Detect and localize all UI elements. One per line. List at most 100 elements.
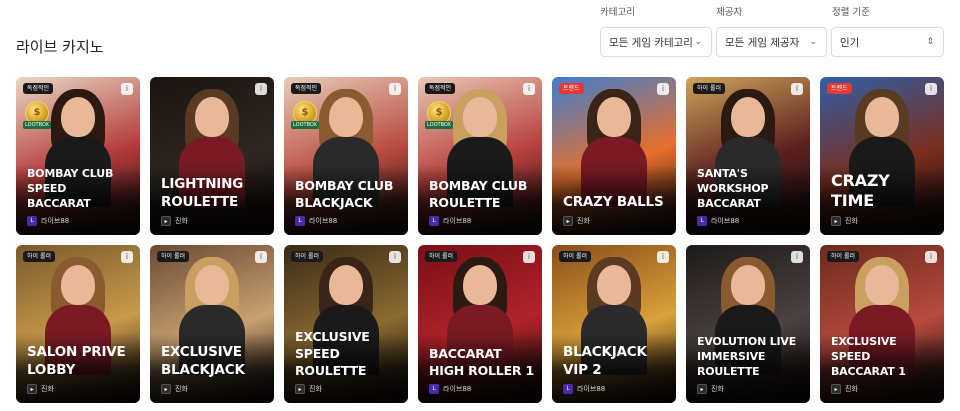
category-select-value: 모든 게임 카테고리 [609, 36, 693, 49]
info-icon[interactable]: i [255, 83, 267, 95]
evolution-logo-icon: ▸ [161, 384, 171, 394]
live88-logo-icon: L [697, 216, 707, 226]
category-filter-label: 카테고리 [600, 7, 635, 18]
game-badge: 독점적인 [23, 83, 54, 94]
game-title: SANTA'S WORKSHOP BACCARAT [697, 167, 769, 210]
info-icon[interactable]: i [389, 83, 401, 95]
lootbox-badge: $ LOOTBOX [23, 101, 51, 131]
lootbox-label: LOOTBOX [291, 121, 319, 129]
game-badge: 트렌드 [827, 83, 852, 94]
game-card[interactable]: i LIGHTNING ROULETTE ▸ 진화 [150, 77, 274, 235]
lootbox-badge: $ LOOTBOX [425, 101, 453, 131]
game-provider: ▸ 진화 [27, 384, 54, 394]
game-provider: L 라이브88 [27, 216, 69, 226]
game-provider: ▸ 진화 [831, 384, 858, 394]
game-badge: 트렌드 [559, 83, 584, 94]
info-icon[interactable]: i [121, 83, 133, 95]
game-title: EXCLUSIVE BLACKJACK [161, 344, 245, 378]
info-icon[interactable]: i [523, 83, 535, 95]
game-badge: 하이 롤러 [157, 251, 189, 262]
game-provider: ▸ 진화 [161, 216, 188, 226]
provider-name: 라이브88 [577, 385, 606, 393]
game-card[interactable]: 하이 롤러 i EXCLUSIVE SPEED ROULETTE ▸ 진화 [284, 245, 408, 403]
category-filter: 카테고리 모든 게임 카테고리 ⌄ [600, 6, 712, 57]
provider-name: 라이브88 [443, 217, 472, 225]
info-icon[interactable]: i [657, 83, 669, 95]
game-title: EXCLUSIVE SPEED BACCARAT 1 [831, 335, 906, 378]
game-provider: ▸ 진화 [563, 216, 590, 226]
evolution-logo-icon: ▸ [161, 216, 171, 226]
provider-name: 라이브88 [309, 217, 338, 225]
info-icon[interactable]: i [523, 251, 535, 263]
live88-logo-icon: L [429, 384, 439, 394]
provider-name: 진화 [711, 385, 724, 393]
category-select[interactable]: 모든 게임 카테고리 ⌄ [600, 27, 712, 57]
game-title: BACCARAT HIGH ROLLER 1 [429, 346, 534, 378]
game-card[interactable]: 독점적인 i $ LOOTBOX BOMBAY CLUB SPEED BACCARAT L… [16, 77, 140, 235]
provider-name: 진화 [175, 385, 188, 393]
game-badge: 하이 롤러 [693, 83, 725, 94]
info-icon[interactable]: i [389, 251, 401, 263]
provider-name: 진화 [845, 385, 858, 393]
game-title: CRAZY TIME [831, 171, 890, 210]
game-provider: ▸ 진화 [295, 384, 322, 394]
chevron-down-icon: ⌄ [809, 37, 817, 47]
game-card[interactable]: 트렌드 i CRAZY TIME ▸ 진화 [820, 77, 944, 235]
lootbox-badge: $ LOOTBOX [291, 101, 319, 131]
game-provider: ▸ 진화 [831, 216, 858, 226]
game-title: BOMBAY CLUB ROULETTE [429, 178, 528, 210]
game-card[interactable]: 하이 롤러 i BACCARAT HIGH ROLLER 1 L 라이브88 [418, 245, 542, 403]
live88-logo-icon: L [429, 216, 439, 226]
game-provider: ▸ 진화 [697, 384, 724, 394]
evolution-logo-icon: ▸ [27, 384, 37, 394]
game-title: LIGHTNING ROULETTE [161, 176, 244, 210]
game-provider: L 라이브88 [697, 216, 739, 226]
provider-filter-label: 제공자 [716, 7, 743, 18]
provider-name: 라이브88 [41, 217, 70, 225]
info-icon[interactable]: i [791, 83, 803, 95]
game-title: SALON PRIVE LOBBY [27, 344, 126, 378]
game-provider: ▸ 진화 [161, 384, 188, 394]
game-card[interactable]: 독점적인 i $ LOOTBOX BOMBAY CLUB BLACKJACK L 라이브88 [284, 77, 408, 235]
info-icon[interactable]: i [791, 251, 803, 263]
game-card[interactable]: 하이 롤러 i EXCLUSIVE SPEED BACCARAT 1 ▸ 진화 [820, 245, 944, 403]
game-badge: 하이 롤러 [559, 251, 591, 262]
provider-filter: 제공자 모든 게임 제공자 ⌄ [716, 6, 827, 57]
sort-select[interactable]: 인기 ⇕ [831, 27, 944, 57]
provider-select[interactable]: 모든 게임 제공자 ⌄ [716, 27, 827, 57]
info-icon[interactable]: i [657, 251, 669, 263]
provider-name: 진화 [577, 217, 590, 225]
game-card[interactable]: 하이 롤러 i BLACKJACK VIP 2 L 라이브88 [552, 245, 676, 403]
live88-logo-icon: L [563, 384, 573, 394]
provider-name: 진화 [175, 217, 188, 225]
provider-name: 라이브88 [443, 385, 472, 393]
game-badge: 하이 롤러 [23, 251, 55, 262]
game-card[interactable]: 트렌드 i CRAZY BALLS ▸ 진화 [552, 77, 676, 235]
page-title: 라이브 카지노 [16, 38, 104, 56]
sort-filter-label: 정렬 기준 [832, 7, 870, 18]
chevron-down-icon: ⌄ [694, 37, 702, 47]
info-icon[interactable]: i [121, 251, 133, 263]
info-icon[interactable]: i [255, 251, 267, 263]
sort-select-value: 인기 [840, 36, 860, 49]
game-badge: 하이 롤러 [425, 251, 457, 262]
game-provider: L 라이브88 [429, 216, 471, 226]
provider-name: 라이브88 [711, 217, 740, 225]
info-icon[interactable]: i [925, 251, 937, 263]
info-icon[interactable]: i [925, 83, 937, 95]
game-card[interactable]: i EVOLUTION LIVE IMMERSIVE ROULETTE ▸ 진화 [686, 245, 810, 403]
game-badge: 하이 롤러 [291, 251, 323, 262]
game-card[interactable]: 하이 롤러 i SALON PRIVE LOBBY ▸ 진화 [16, 245, 140, 403]
game-card[interactable]: 독점적인 i $ LOOTBOX BOMBAY CLUB ROULETTE L 라이브88 [418, 77, 542, 235]
lootbox-label: LOOTBOX [425, 121, 453, 129]
game-card[interactable]: 하이 롤러 i SANTA'S WORKSHOP BACCARAT L 라이브88 [686, 77, 810, 235]
provider-name: 진화 [845, 217, 858, 225]
game-card[interactable]: 하이 롤러 i EXCLUSIVE BLACKJACK ▸ 진화 [150, 245, 274, 403]
game-title: EVOLUTION LIVE IMMERSIVE ROULETTE [697, 335, 797, 378]
evolution-logo-icon: ▸ [563, 216, 573, 226]
game-title: EXCLUSIVE SPEED ROULETTE [295, 329, 370, 378]
game-title: BLACKJACK VIP 2 [563, 344, 647, 378]
game-badge: 독점적인 [425, 83, 456, 94]
game-title: BOMBAY CLUB BLACKJACK [295, 178, 394, 210]
live88-logo-icon: L [295, 216, 305, 226]
